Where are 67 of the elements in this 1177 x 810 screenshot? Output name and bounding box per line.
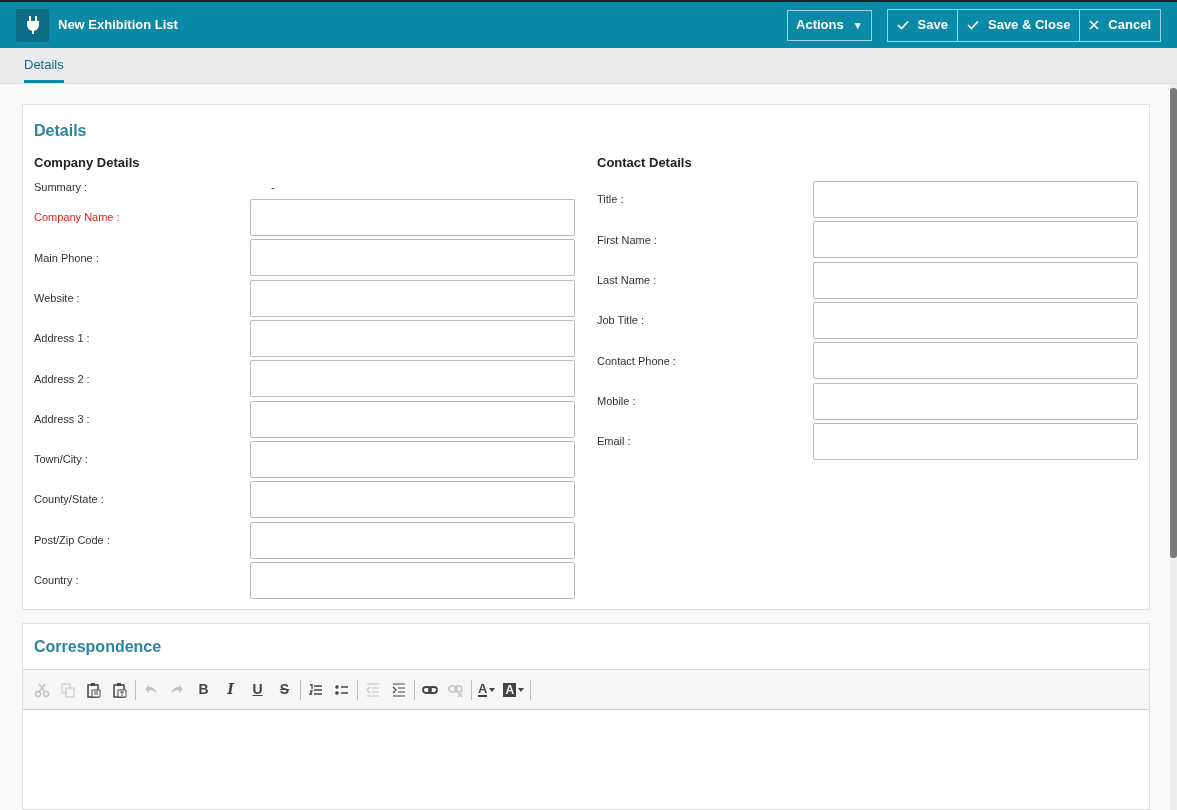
field-label: Mobile : — [597, 393, 637, 409]
caret-icon — [518, 687, 525, 692]
save-close-button[interactable]: Save & Close — [957, 9, 1080, 41]
input-field[interactable] — [250, 239, 575, 277]
strike-button[interactable]: S — [272, 678, 297, 701]
field-label: Contact Phone : — [597, 353, 677, 369]
indent-icon — [391, 681, 407, 698]
field-label: Address 2 : — [34, 371, 91, 387]
input-field[interactable] — [813, 181, 1138, 219]
input-field[interactable] — [250, 521, 575, 559]
field-label: Title : — [597, 192, 625, 208]
input-field[interactable] — [813, 382, 1138, 420]
bold-button[interactable]: B — [191, 678, 216, 701]
input-field[interactable] — [250, 360, 575, 398]
field-label: Main Phone : — [34, 250, 100, 266]
input-field[interactable] — [813, 422, 1138, 460]
section-title: Details — [34, 121, 88, 141]
summary-value: - — [271, 180, 275, 196]
input-field[interactable] — [250, 481, 575, 519]
input-field[interactable] — [250, 320, 575, 358]
field-label: Town/City : — [34, 452, 89, 468]
input-field[interactable] — [250, 400, 575, 438]
scrollbar-thumb[interactable] — [1170, 88, 1177, 558]
caret-icon — [489, 687, 496, 692]
clipboard-icon — [86, 681, 102, 698]
group-title: Contact Details — [597, 154, 693, 172]
close-icon — [1089, 20, 1100, 30]
field-label: Summary : — [34, 180, 89, 196]
input-field[interactable] — [813, 302, 1138, 340]
actions-button[interactable]: Actions ▼ — [787, 9, 872, 41]
input-field[interactable] — [250, 279, 575, 317]
section-title: Correspondence — [34, 636, 162, 657]
field-label: Website : — [34, 291, 81, 306]
save-button[interactable]: Save — [887, 9, 957, 41]
cancel-button[interactable]: Cancel — [1079, 9, 1160, 41]
input-field[interactable] — [250, 561, 575, 599]
field-label: Address 1 : — [34, 331, 91, 347]
field-label: Job Title : — [597, 313, 646, 329]
field-label: County/State : — [34, 492, 105, 508]
input-field[interactable] — [813, 261, 1138, 299]
field-label: Company Name : — [34, 210, 121, 226]
scissors-icon — [34, 681, 50, 698]
numbered-list-icon — [308, 681, 324, 698]
underline-button[interactable]: U — [245, 678, 270, 701]
field-label: Email : — [597, 434, 632, 450]
group-title: Company Details — [34, 154, 141, 172]
window-title: New Exhibition List — [58, 16, 178, 35]
input-field[interactable] — [813, 342, 1138, 380]
field-label: First Name : — [597, 232, 658, 248]
input-field[interactable] — [813, 221, 1138, 259]
field-label: Country : — [34, 573, 80, 589]
italic-button[interactable]: I — [218, 678, 243, 701]
text-color-button[interactable]: A — [475, 678, 499, 701]
input-field[interactable] — [250, 440, 575, 478]
field-label: Last Name : — [597, 273, 658, 288]
caret-icon: ▼ — [852, 17, 863, 33]
background-color-button[interactable]: A — [500, 678, 528, 701]
tab[interactable]: Details — [24, 54, 64, 83]
field-label: Post/Zip Code : — [34, 532, 111, 548]
clipboard-icon — [112, 681, 128, 698]
plug-icon — [16, 8, 49, 42]
check-icon — [967, 20, 979, 30]
field-label: Address 3 : — [34, 411, 91, 427]
check-icon — [896, 20, 909, 30]
input-field[interactable] — [250, 199, 575, 237]
outdent-icon — [365, 681, 381, 698]
copy-icon — [60, 681, 76, 698]
